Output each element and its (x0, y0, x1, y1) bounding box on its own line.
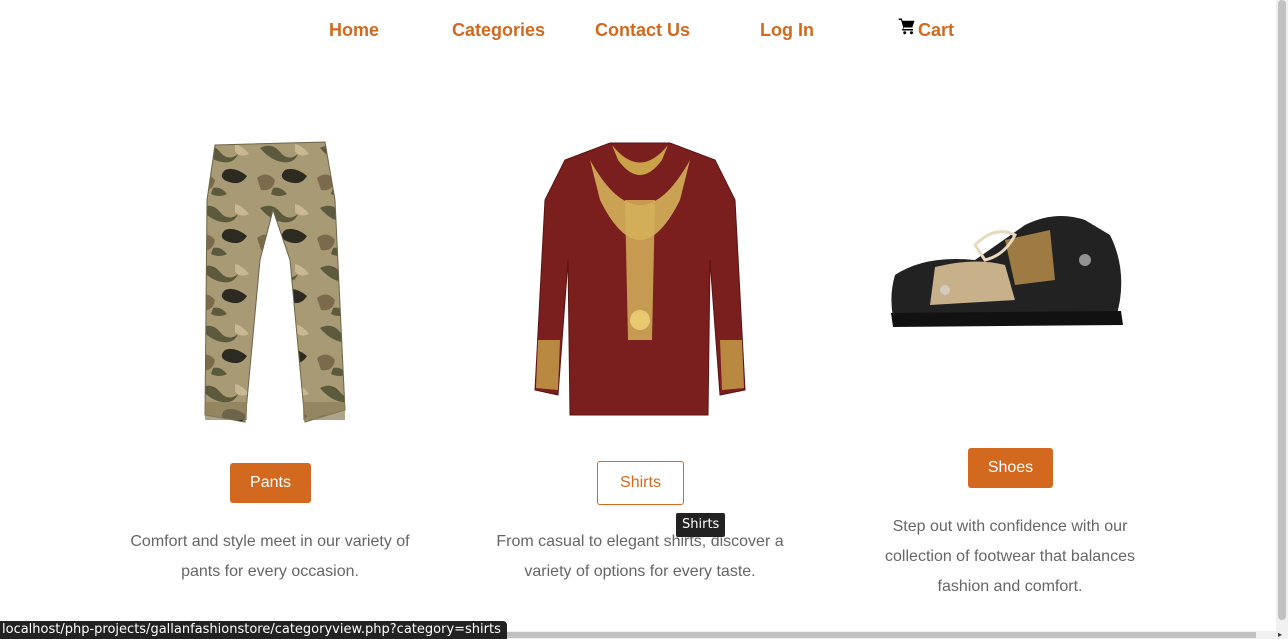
link-status-url: localhost/php-projects/gallanfashionstor… (0, 621, 507, 639)
shoes-description: Step out with confidence with our collec… (885, 518, 1135, 595)
shirts-category-button[interactable]: Shirts (597, 461, 684, 505)
shirts-description: From casual to elegant shirts, discover … (496, 533, 784, 580)
nav-contact-link[interactable]: Contact Us (595, 18, 690, 42)
maroon-gold-embroidered-shirt-image (534, 142, 746, 416)
shoes-category-button[interactable]: Shoes (968, 448, 1053, 488)
cart-label: Cart (918, 20, 955, 40)
shirts-tooltip: Shirts (676, 513, 726, 537)
nav-categories-link[interactable]: Categories (452, 18, 545, 42)
pants-category-button[interactable]: Pants (230, 463, 311, 503)
nav-login-link[interactable]: Log In (760, 18, 814, 42)
nav-cart-link[interactable]: Cart (898, 16, 954, 40)
pants-description: Comfort and style meet in our variety of… (130, 533, 410, 580)
shopping-cart-icon (898, 18, 915, 35)
page: Home Categories Contact Us Log In Cart P… (0, 0, 1288, 639)
camouflage-cargo-pants-image (204, 141, 346, 423)
black-paisley-sneaker-image (891, 216, 1123, 327)
scroll-right-arrow-icon[interactable]: ▸ (1278, 631, 1282, 639)
vertical-scrollbar[interactable] (1276, 0, 1288, 631)
nav-home-link[interactable]: Home (329, 18, 379, 42)
vertical-scrollbar-thumb[interactable] (1278, 0, 1286, 620)
